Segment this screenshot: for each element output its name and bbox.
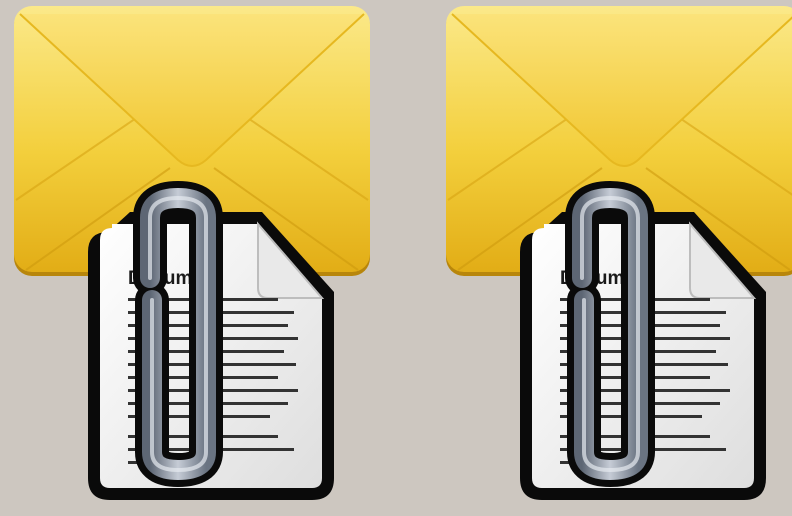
mail-attachment-icon: Document [14, 6, 370, 500]
mail-attachment-icon-left: Document [0, 0, 372, 516]
mail-attachment-icon: Document [446, 6, 792, 500]
mail-attachment-icon-right: Document [432, 0, 792, 516]
